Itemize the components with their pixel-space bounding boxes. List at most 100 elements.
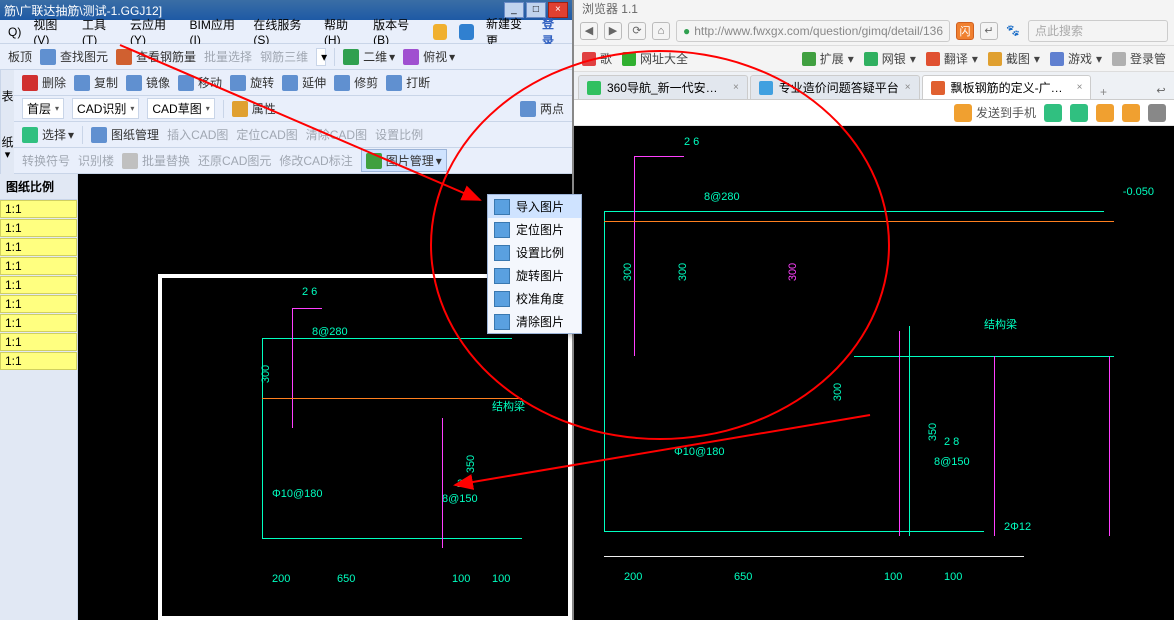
menu-import-image[interactable]: 导入图片 [488,195,581,218]
share-icon[interactable] [1070,104,1088,122]
ratio-cell[interactable]: 1:1 [0,200,77,218]
cad-recognize-select[interactable]: CAD识别 [72,98,139,119]
star-icon[interactable] [1096,104,1114,122]
scissors-icon [988,52,1002,66]
menu-calibrate-angle[interactable]: 校准角度 [488,287,581,310]
tool-item[interactable]: 板顶 [8,48,32,65]
nav-back-button[interactable]: ◀ [580,22,598,40]
convert-symbol-button: 转换符号 [22,152,70,169]
toolbar-cad: 选择 ▾ 图纸管理 插入CAD图 定位CAD图 清除CAD图 设置比例 [14,122,572,148]
doc-icon [91,127,107,143]
twopoint-button[interactable]: 两点 [520,100,564,117]
earth-icon [622,52,636,66]
cloud-icon[interactable] [1044,104,1062,122]
ratio-cell[interactable]: 1:1 [0,352,77,370]
ratio-cell[interactable]: 1:1 [0,219,77,237]
ratio-cell[interactable]: 1:1 [0,238,77,256]
go-button[interactable]: ↵ [980,22,998,40]
ratio-cell[interactable]: 1:1 [0,333,77,351]
menu-item[interactable]: 工具(T) [82,16,118,47]
toolbar-edit: 删除 复制 镜像 移动 旋转 延伸 修剪 打断 [14,70,572,96]
app-icon[interactable] [433,24,448,40]
mirror-icon [126,75,142,91]
delete-icon [22,75,38,91]
properties-button[interactable]: 属性 [232,100,276,117]
bank-button[interactable]: 网银 ▾ [864,50,916,67]
app-icon[interactable] [459,24,474,40]
copy-button[interactable]: 复制 [74,74,118,91]
url-input[interactable]: ●http://www.fwxgx.com/question/gimq/deta… [676,20,950,42]
side-tab-1[interactable]: 表 [0,70,14,122]
cad-sketch-select[interactable]: CAD草图 [147,98,214,119]
toolbar-view: 板顶 查找图元 查看钢筋量 批量选择 钢筋三维 ▾ 二维▾ 俯视▾ [0,44,572,70]
search-icon [40,49,56,65]
find-element-button[interactable]: 查找图元 [40,48,108,65]
more-icon[interactable] [1148,104,1166,122]
new-tab-button[interactable]: + [1093,85,1113,99]
move-icon [178,75,194,91]
tab-close-icon[interactable]: × [733,82,739,93]
move-button[interactable]: 移动 [178,74,222,91]
note-icon[interactable] [1122,104,1140,122]
menu-clear-image[interactable]: 清除图片 [488,310,581,333]
menu-item[interactable]: BIM应用(I) [190,16,242,47]
ratio-cell[interactable]: 1:1 [0,295,77,313]
menu-item[interactable]: 云应用(Y) [130,16,178,47]
image-manager-button[interactable]: 图片管理▾ [361,149,447,172]
tab-close-icon[interactable]: × [1077,82,1083,93]
view-rebar-button[interactable]: 查看钢筋量 [116,48,196,65]
ext-button[interactable]: 扩展 ▾ [802,50,854,67]
fav-item[interactable]: 歌 [582,50,612,67]
menu-locate-image[interactable]: 定位图片 [488,218,581,241]
rotate-button[interactable]: 旋转 [230,74,274,91]
fav-item[interactable]: 网址大全 [622,50,688,67]
restore-tab-icon[interactable]: ↩ [1152,81,1170,99]
menu-item[interactable]: 视图(V) [33,16,70,47]
tab-close-icon[interactable]: × [905,82,911,93]
extend-button[interactable]: 延伸 [282,74,326,91]
browser-content-canvas[interactable]: -0.050 2 6 8@280 300 300 300 结构梁 Φ10@180… [574,126,1174,620]
ratio-cell[interactable]: 1:1 [0,257,77,275]
side-tab-2[interactable]: 纸 ▾ [0,122,14,174]
nav-home-button[interactable]: ⌂ [652,22,670,40]
send-to-phone-button[interactable]: 发送到手机 [954,104,1036,122]
menu-item[interactable]: Q) [8,25,21,39]
compat-icon[interactable]: 闪 [956,22,974,40]
dim-label: 200 [624,571,642,583]
nav-forward-button[interactable]: ▶ [604,22,622,40]
browser-header: 浏览器 1.1 [574,0,1174,16]
menu-rotate-image[interactable]: 旋转图片 [488,264,581,287]
browser-tab[interactable]: 360导航_新一代安全上× [578,75,748,99]
ratio-cell[interactable]: 1:1 [0,314,77,332]
browser-tab-active[interactable]: 飘板钢筋的定义-广联达× [922,75,1092,99]
image-manager-menu: 导入图片 定位图片 设置比例 旋转图片 校准角度 清除图片 [487,194,582,334]
batch-select-button: 批量选择 [204,48,252,65]
grid-icon [520,101,536,117]
menu-item[interactable]: 帮助(H) [324,16,361,47]
view-2d-button[interactable]: 二维▾ [343,48,395,65]
browser-tab[interactable]: 专业造价问题答疑平台× [750,75,920,99]
toolbar-image: 转换符号 识别楼 批量替换 还原CAD图元 修改CAD标注 图片管理▾ [14,148,572,174]
drawing-manager-button[interactable]: 图纸管理 [91,126,159,143]
view-top-button[interactable]: 俯视▾ [403,48,455,65]
floor-select[interactable]: 首层 [22,98,64,119]
login-manager-button[interactable]: 登录管 [1112,50,1166,67]
menu-set-scale[interactable]: 设置比例 [488,241,581,264]
gamepad-icon [1050,52,1064,66]
mirror-button[interactable]: 镜像 [126,74,170,91]
select-button[interactable]: 选择 ▾ [22,126,74,143]
search-input[interactable]: 点此搜索 [1028,20,1168,42]
delete-button[interactable]: 删除 [22,74,66,91]
dim-label: 200 [272,573,290,585]
dropdown-icon[interactable]: ▾ [316,48,326,66]
menu-item[interactable]: 在线服务(S) [253,16,312,47]
screenshot-button[interactable]: 截图 ▾ [988,50,1040,67]
ratio-cell[interactable]: 1:1 [0,276,77,294]
nav-reload-button[interactable]: ⟳ [628,22,646,40]
game-button[interactable]: 游戏 ▾ [1050,50,1102,67]
break-button[interactable]: 打断 [386,74,430,91]
paw-icon[interactable]: 🐾 [1004,22,1022,40]
trim-button[interactable]: 修剪 [334,74,378,91]
menu-item[interactable]: 版本号(B) [373,16,421,47]
translate-button[interactable]: 翻译 ▾ [926,50,978,67]
